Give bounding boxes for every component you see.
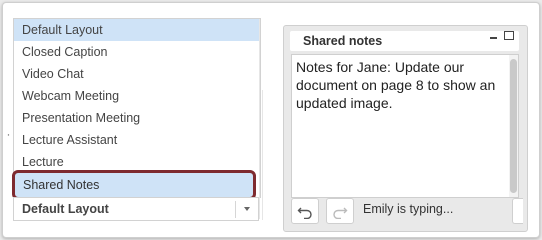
select-divider	[235, 201, 236, 218]
redo-icon	[333, 207, 348, 219]
layout-option-shared-notes-label: Shared Notes	[23, 178, 100, 192]
notes-scrollbar[interactable]	[509, 55, 518, 197]
background-resize-icon: ⸱	[7, 130, 10, 142]
notes-editor[interactable]: Notes for Jane: Update our document on p…	[291, 54, 519, 198]
notes-text[interactable]: Notes for Jane: Update our document on p…	[296, 58, 506, 112]
redo-button[interactable]	[326, 198, 354, 224]
layout-option-closed-caption[interactable]: Closed Caption	[14, 41, 260, 63]
typing-status: Emily is typing...	[363, 202, 454, 216]
maximize-icon[interactable]	[504, 31, 514, 40]
chevron-down-icon[interactable]	[244, 207, 250, 211]
undo-icon	[297, 207, 312, 219]
divider	[262, 90, 263, 220]
minimize-icon[interactable]	[490, 37, 497, 39]
notes-toolbar: Emily is typing...	[291, 198, 523, 225]
undo-button[interactable]	[291, 198, 319, 224]
panel-title: Shared notes	[303, 34, 383, 48]
divider	[259, 19, 260, 219]
panel-header: Shared notes	[290, 31, 519, 51]
layout-option-video-chat[interactable]: Video Chat	[14, 63, 260, 85]
shared-notes-panel: Shared notes Notes for Jane: Update our …	[283, 25, 528, 232]
layout-option-lecture-assistant[interactable]: Lecture Assistant	[14, 129, 260, 151]
resize-handle[interactable]	[512, 198, 523, 224]
layout-option-webcam-meeting[interactable]: Webcam Meeting	[14, 85, 260, 107]
layout-select[interactable]: Default Layout	[13, 197, 259, 221]
layout-select-value: Default Layout	[22, 202, 109, 216]
layout-option-default[interactable]: Default Layout	[14, 19, 260, 41]
scrollbar-thumb[interactable]	[510, 59, 517, 193]
layout-option-presentation-meeting[interactable]: Presentation Meeting	[14, 107, 260, 129]
layout-option-shared-notes[interactable]: Shared Notes	[12, 170, 256, 200]
